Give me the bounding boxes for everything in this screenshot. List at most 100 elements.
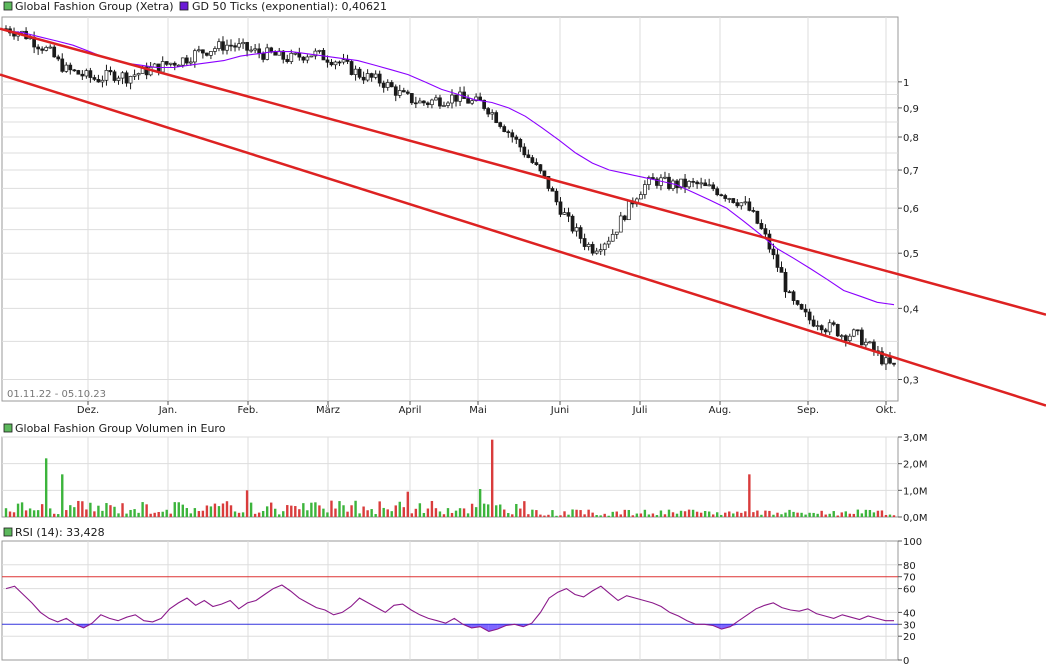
- candle-body: [771, 248, 776, 256]
- candle-body: [590, 244, 595, 254]
- candle-body: [807, 311, 812, 321]
- volume-bar: [161, 511, 164, 517]
- volume-bar: [28, 508, 32, 517]
- volume-bar: [36, 510, 40, 517]
- volume-bar: [587, 509, 590, 517]
- volume-bar: [4, 508, 8, 517]
- candle-body: [397, 90, 402, 96]
- candle-body: [606, 240, 611, 245]
- candle-body: [687, 181, 691, 188]
- candle-body: [96, 79, 101, 83]
- candle-body: [136, 73, 141, 76]
- volume-bar: [386, 509, 389, 517]
- volume-bar: [177, 502, 180, 517]
- volume-bar: [752, 512, 755, 517]
- volume-bar: [32, 510, 36, 517]
- volume-y-tick-label: 2,0M: [903, 460, 928, 471]
- candle-body: [478, 96, 482, 101]
- volume-bar: [599, 515, 602, 517]
- candle-body: [60, 58, 65, 72]
- candle-body: [446, 102, 450, 106]
- candle-body: [413, 102, 418, 105]
- candle-body: [309, 55, 314, 58]
- volume-bar: [555, 515, 558, 517]
- candle-body: [434, 97, 438, 101]
- candle-body: [285, 58, 290, 62]
- volume-bar: [788, 509, 791, 517]
- candle-body: [184, 57, 189, 64]
- candle-body: [819, 325, 824, 331]
- candle-body: [470, 100, 474, 104]
- volume-bar: [635, 513, 639, 517]
- candle-body: [578, 227, 583, 239]
- candle-body: [337, 61, 342, 64]
- volume-bar: [290, 505, 293, 517]
- volume-bar: [318, 505, 321, 517]
- legend-price-label: Global Fashion Group (Xetra): [15, 0, 174, 13]
- candle-body: [868, 341, 872, 344]
- volume-bar: [824, 514, 827, 517]
- volume-bar: [607, 515, 610, 517]
- x-tick-label: Dez.: [77, 405, 99, 416]
- volume-bar: [499, 504, 502, 517]
- volume-bar: [354, 500, 357, 517]
- volume-bar: [169, 513, 172, 517]
- candle-body: [639, 194, 643, 200]
- volume-bar: [567, 514, 570, 517]
- volume-bar: [639, 513, 643, 517]
- candle-body: [401, 90, 406, 93]
- candle-body: [562, 212, 567, 215]
- candle-body: [418, 100, 422, 104]
- volume-bar: [623, 509, 626, 517]
- volume-bar: [523, 501, 526, 517]
- volume-bar: [237, 512, 241, 517]
- volume-bar: [446, 508, 450, 517]
- volume-bar: [535, 510, 538, 517]
- candle-body: [293, 52, 298, 55]
- volume-bar: [69, 505, 72, 517]
- candle-body: [221, 41, 225, 51]
- candle-body: [297, 52, 302, 58]
- volume-bar: [619, 514, 622, 517]
- volume-bar: [133, 509, 136, 517]
- candle-body: [502, 126, 507, 132]
- volume-bar: [474, 507, 478, 517]
- volume-bar: [804, 514, 807, 517]
- volume-y-tick-label: 3,0M: [903, 433, 928, 444]
- candle-body: [361, 76, 366, 81]
- volume-bar: [816, 513, 819, 517]
- volume-bar: [205, 505, 209, 517]
- candle-body: [827, 322, 832, 333]
- volume-bar: [856, 509, 860, 517]
- volume-bar: [173, 502, 176, 517]
- volume-bar: [121, 503, 124, 517]
- candle-body: [201, 49, 205, 54]
- candle-body: [104, 70, 109, 81]
- volume-bar: [800, 512, 803, 517]
- candle-body: [739, 202, 744, 207]
- candle-body: [602, 243, 607, 250]
- candle-body: [188, 61, 193, 64]
- volume-bar: [503, 509, 506, 517]
- volume-bar: [780, 514, 783, 517]
- x-tick-label: Juni: [550, 405, 569, 416]
- volume-bar: [627, 509, 631, 517]
- volume-bar: [888, 514, 892, 517]
- volume-bar: [314, 502, 317, 517]
- candle-body: [116, 77, 121, 81]
- candle-body: [795, 300, 800, 305]
- price-y-tick-label: 0,7: [903, 166, 919, 177]
- volume-bar: [760, 514, 763, 517]
- volume-legend-label: Global Fashion Group Volumen in Euro: [15, 422, 226, 435]
- volume-bar: [20, 502, 24, 517]
- volume-bar: [450, 512, 454, 517]
- candle-body: [490, 112, 495, 115]
- candle-body: [803, 308, 808, 313]
- candle-body: [381, 82, 386, 88]
- volume-bar: [294, 506, 297, 517]
- candle-body: [325, 59, 330, 63]
- candle-body: [172, 62, 177, 66]
- volume-bar: [736, 511, 739, 517]
- volume-bar: [185, 508, 189, 517]
- candle-body: [723, 195, 728, 199]
